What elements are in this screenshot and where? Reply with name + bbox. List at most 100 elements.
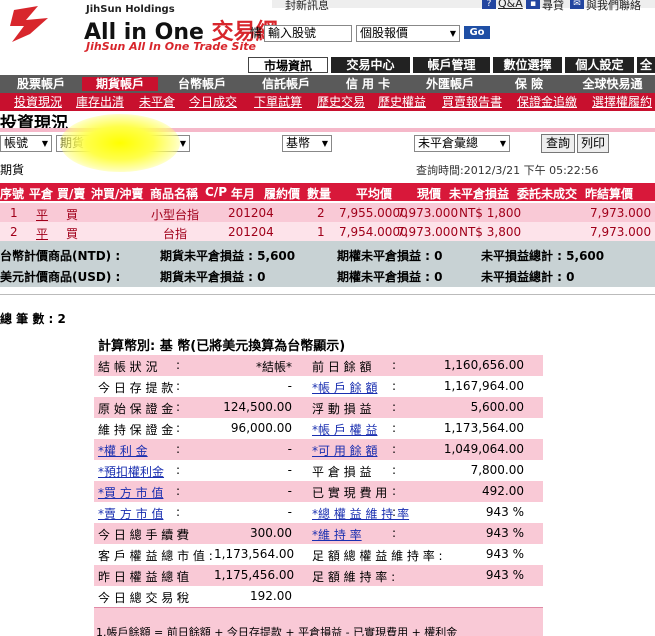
colon-separator: : (176, 463, 181, 477)
row-close-link[interactable]: 平 (36, 225, 48, 242)
col-qty: 數量 (307, 187, 332, 201)
detail-right-label: 已 實 現 費 用 (312, 486, 388, 500)
summary-usd-futures: 期貨未平倉損益 : 0 (160, 270, 266, 284)
subnav-margin-call[interactable]: 保證金追繳 (517, 95, 577, 109)
summary-usd-options: 期權未平倉損益 : 0 (337, 270, 443, 284)
detail-left-label: 維 持 保 證 金 (98, 423, 174, 437)
subnav-trade-reports[interactable]: 買賣報告書 (442, 95, 502, 109)
summary-ntd-total: 未平損益總計 : 5,600 (481, 249, 605, 263)
row-qty: 1 (317, 225, 325, 239)
nav-stock-account[interactable]: 股票帳戶 (0, 77, 82, 91)
detail-left-label[interactable]: *權 利 金 (98, 442, 148, 459)
account-label: 期貨 (0, 163, 25, 177)
col-current-price: 現價 (417, 187, 442, 201)
nav-insurance[interactable]: 保 險 (494, 77, 564, 91)
col-prev-settle: 昨結算價 (585, 187, 634, 201)
query-button[interactable]: 查詢 (541, 134, 575, 153)
currency-select[interactable]: 基幣 ▼ (282, 135, 332, 152)
detail-row: *賣 方 市 值: - *總 權 益 維 持 率:943 % (94, 502, 543, 523)
detail-right-value: 1,049,064.00 (443, 442, 524, 456)
subnav-investment-status[interactable]: 投資現況 (14, 95, 62, 109)
section-divider (0, 294, 655, 295)
row-pl: NT$ 1,800 (459, 206, 522, 220)
colon-separator: : (176, 400, 181, 414)
table-row[interactable] (0, 222, 655, 241)
menu-more[interactable]: 全 (636, 57, 655, 73)
detail-left-value: - (287, 505, 292, 519)
row-close-link[interactable]: 平 (36, 206, 48, 223)
stock-code-input[interactable]: 輸入股號 (264, 25, 352, 42)
row-qty: 2 (317, 206, 325, 220)
menu-digital-select[interactable]: 數位選擇 (492, 57, 562, 73)
table-row[interactable] (0, 203, 655, 222)
subnav-today-deals[interactable]: 今日成交 (189, 95, 237, 109)
detail-left-label[interactable]: *買 方 市 值 (98, 484, 163, 501)
top-link-messages[interactable]: 封新訊息 (285, 0, 329, 13)
query-time: 查詢時間:2012/3/21 下午 05:22:56 (416, 164, 599, 177)
subnav-trade-history[interactable]: 歷史交易 (317, 95, 365, 109)
col-pending-orders: 委託未成交 (517, 187, 578, 201)
help-icon[interactable]: ? (482, 0, 496, 9)
detail-right-value: 943 % (485, 568, 524, 582)
colon-separator: : (176, 421, 181, 435)
summary-ntd-label: 台幣計價商品(NTD) : (0, 249, 121, 263)
subnav-open-positions[interactable]: 未平倉 (139, 95, 175, 109)
colon-separator: : (392, 484, 397, 498)
nav-trust-account[interactable]: 信託帳戶 (246, 77, 326, 91)
detail-left-label: 結 帳 狀 況 (98, 360, 158, 374)
top-link-faq[interactable]: Q&A (498, 0, 523, 10)
nav-global-express[interactable]: 全球快易通 (570, 77, 655, 91)
col-open-pl: 未平倉損益 (449, 187, 510, 201)
subnav-option-exercise[interactable]: 選擇權履約 (592, 95, 652, 109)
nav-twd-account[interactable]: 台幣帳戶 (162, 77, 242, 91)
detail-row: 今 日 總 手 續 費:300.00 *維 持 率:943 % (94, 523, 543, 544)
colon-separator: : (392, 442, 397, 456)
colon-separator: : (176, 484, 181, 498)
detail-right-label[interactable]: *帳 戶 餘 額 (312, 379, 377, 396)
detail-left-label[interactable]: *賣 方 市 值 (98, 505, 163, 522)
detail-right-label: 平 倉 損 益 (312, 465, 372, 479)
detail-left-label: 今 日 存 提 款 (98, 381, 174, 395)
detail-right-label[interactable]: *可 用 餘 額 (312, 442, 377, 459)
go-button[interactable]: Go (464, 26, 490, 39)
menu-market-info[interactable]: 市場資訊 (248, 57, 328, 73)
position-view-select[interactable]: 未平倉彙總 ▼ (414, 135, 510, 152)
chevron-down-icon: ▼ (499, 139, 506, 148)
detail-right-label[interactable]: *維 持 率 (312, 526, 362, 543)
account-select[interactable]: 帳號 ▼ (0, 135, 52, 152)
chevron-down-icon: ▼ (449, 29, 456, 38)
detail-right-label: 足 額 維 持 率 : (312, 570, 396, 584)
print-button[interactable]: 列印 (577, 134, 609, 153)
detail-left-value: 1,175,456.00 (214, 568, 295, 582)
nav-credit-card[interactable]: 信 用 卡 (330, 77, 406, 91)
subnav-equity-history[interactable]: 歷史權益 (378, 95, 426, 109)
colon-separator: : (392, 421, 397, 435)
detail-left-value: - (287, 484, 292, 498)
jihsun-logo-icon[interactable] (8, 4, 52, 44)
subnav-inventory-clear[interactable]: 庫存出清 (76, 95, 124, 109)
detail-left-label[interactable]: *預扣權利金 (98, 463, 164, 480)
footnote-text: 1.帳戶餘額 = 前日餘額 + 今日存提款 + 平倉損益 - 已實現費用 + 權… (96, 626, 458, 636)
row-pl: NT$ 3,800 (459, 225, 522, 239)
menu-personal-settings[interactable]: 個人設定 (564, 57, 634, 73)
row-price: 7,973.000 (397, 206, 459, 220)
map-icon[interactable]: ▪ (526, 0, 540, 9)
mail-icon[interactable]: ✉ (570, 0, 584, 9)
quote-type-select[interactable]: 個股報價 ▼ (356, 25, 460, 42)
menu-account-management[interactable]: 帳戶管理 (412, 57, 490, 73)
summary-ntd-futures: 期貨未平倉損益 : 5,600 (160, 249, 296, 263)
detail-left-value: *結帳* (255, 360, 292, 374)
menu-trade-center[interactable]: 交易中心 (330, 57, 410, 73)
subnav-order-trial[interactable]: 下單試算 (254, 95, 302, 109)
detail-right-label[interactable]: *帳 戶 權 益 (312, 421, 377, 438)
brand-subtitle: JihSun All In One Trade Site (86, 40, 256, 53)
nav-futures-account[interactable]: 期貨帳戶 (82, 77, 158, 91)
nav-fx-account[interactable]: 外匯帳戶 (410, 77, 490, 91)
detail-row: 今 日 總 交 易 稅:192.00 (94, 586, 543, 607)
top-link-search[interactable]: 尋貸 (542, 0, 564, 13)
colon-separator: : (176, 526, 181, 540)
detail-row: 客 戶 權 益 總 市 值 :1,173,564.00 足 額 總 權 益 維 持… (94, 544, 543, 565)
detail-right-label: 前 日 餘 額 (312, 360, 372, 374)
quote-label: 情 (250, 26, 263, 40)
top-link-contact[interactable]: 與我們聯絡 (586, 0, 641, 13)
